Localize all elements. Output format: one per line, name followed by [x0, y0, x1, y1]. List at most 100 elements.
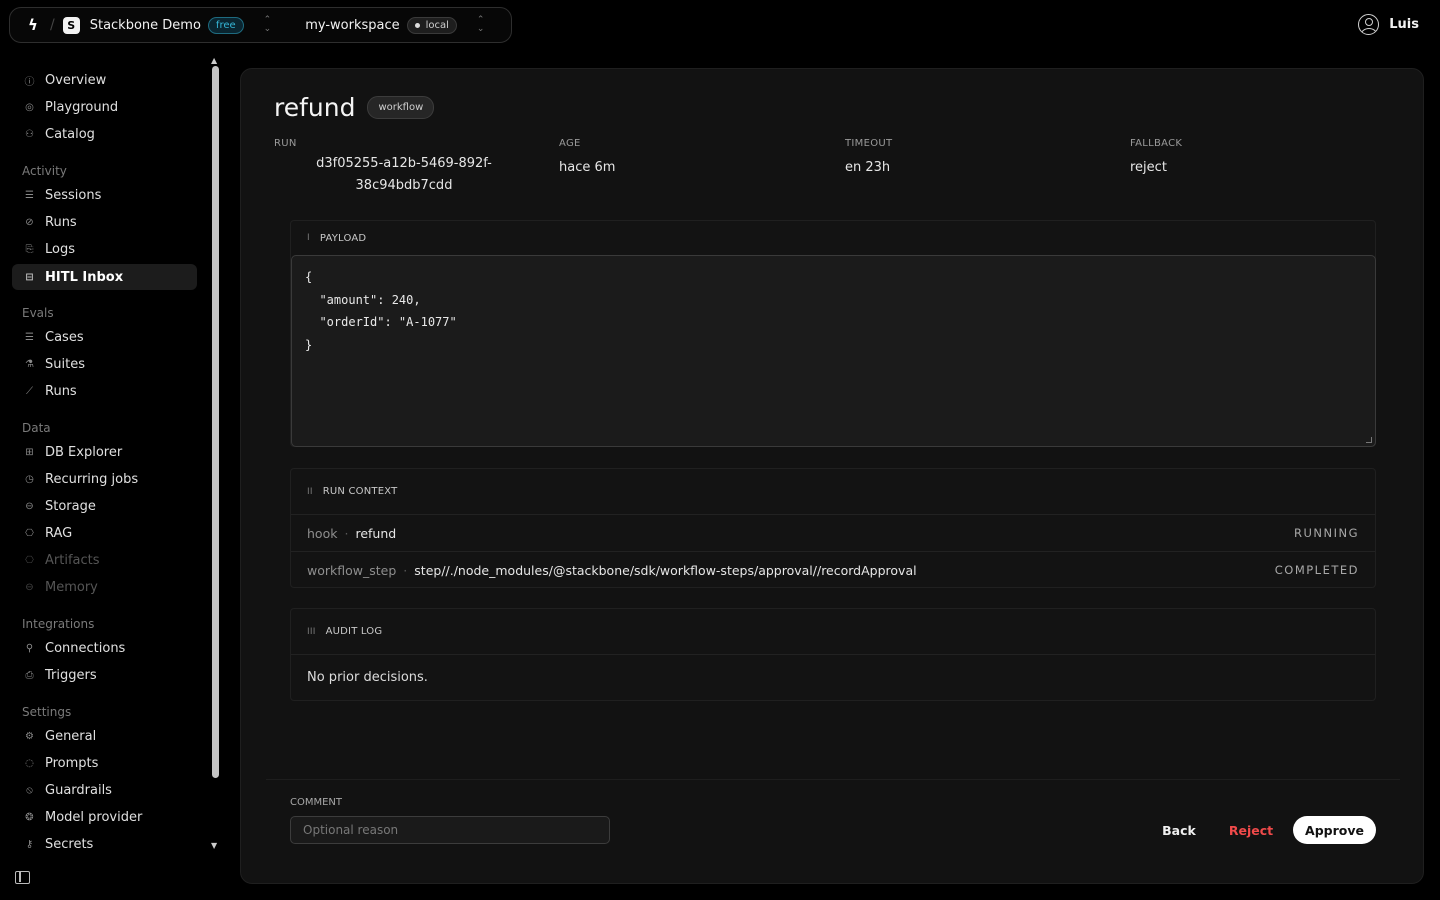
- check-circle-icon: ⊘: [25, 216, 34, 228]
- sidebar-item-label: Runs: [45, 383, 77, 399]
- section-title: RUN CONTEXT: [322, 486, 398, 497]
- group-label-activity: Activity: [22, 164, 67, 178]
- org-name[interactable]: Stackbone Demo: [90, 18, 201, 33]
- sidebar-item-label: Playground: [45, 99, 119, 115]
- user-menu[interactable]: Luis: [1358, 14, 1419, 35]
- sidebar-item-label: Connections: [45, 640, 126, 656]
- sidebar-item-rag[interactable]: ⎔ RAG: [12, 520, 197, 546]
- sidebar-item-label: General: [45, 728, 97, 744]
- sidebar-item-catalog[interactable]: ⚇ Catalog: [12, 121, 197, 147]
- status-dot-icon: [414, 22, 420, 28]
- list-icon: ☰: [25, 189, 34, 201]
- group-label-settings: Settings: [22, 705, 72, 719]
- sidebar-item-label: Cases: [45, 329, 84, 345]
- message-icon: ◌: [25, 757, 34, 769]
- sidebar-item-sessions[interactable]: ☰ Sessions: [12, 182, 197, 208]
- sidebar-item-label: HITL Inbox: [45, 269, 124, 285]
- scroll-up-arrow-icon[interactable]: ▲: [211, 56, 217, 65]
- group-label-evals: Evals: [22, 306, 54, 320]
- footer-divider: [266, 779, 1400, 780]
- resize-grip-icon[interactable]: [1366, 437, 1372, 443]
- gear-icon: ⚙: [25, 730, 34, 742]
- sidebar-item-triggers[interactable]: ⎙ Triggers: [12, 662, 197, 688]
- run-context-card: II RUN CONTEXT hook · refund RUNNING wor…: [290, 468, 1376, 588]
- sidebar-item-guardrails[interactable]: ⦸ Guardrails: [12, 777, 197, 803]
- title-row: refund workflow: [274, 93, 435, 122]
- inbox-icon: ⊟: [25, 271, 34, 283]
- context-value: refund: [355, 525, 397, 541]
- context-row: workflow_step · step//./node_modules/@st…: [291, 551, 1375, 588]
- meta-label: RUN: [274, 138, 297, 149]
- comment-input[interactable]: [290, 816, 610, 844]
- sidebar-item-label: Artifacts: [45, 552, 100, 568]
- section-numeral: II: [307, 486, 313, 497]
- env-badge-label: local: [425, 19, 449, 31]
- section-numeral: I: [307, 233, 310, 243]
- sidebar-collapse-icon[interactable]: [15, 871, 30, 884]
- run-id-value: d3f05255-a12b-5469-892f-38c94bdb7cdd: [316, 156, 492, 193]
- sidebar-item-logs[interactable]: ⎘ Logs: [12, 236, 197, 262]
- group-label-data: Data: [22, 421, 51, 435]
- sidebar-item-cases[interactable]: ☰ Cases: [12, 324, 197, 350]
- cpu-icon: ❂: [25, 811, 34, 823]
- run-context-header: II RUN CONTEXT: [291, 469, 1375, 514]
- payload-json-editor[interactable]: { "amount": 240, "orderId": "A-1077" }: [291, 255, 1376, 447]
- page-title: refund: [274, 93, 356, 122]
- separator-dot: ·: [403, 562, 408, 578]
- zap-icon: ⎙: [25, 669, 34, 681]
- fallback-value: reject: [1130, 160, 1167, 175]
- sidebar-item-recurring-jobs[interactable]: ◷ Recurring jobs: [12, 466, 197, 492]
- target-icon: ◎: [25, 101, 34, 113]
- scroll-icon: ⎘: [25, 243, 34, 255]
- sidebar-item-db-explorer[interactable]: ⊞ DB Explorer: [12, 439, 197, 465]
- sidebar-item-suites[interactable]: ⚗ Suites: [12, 351, 197, 377]
- brain-icon: ⊖: [25, 581, 34, 593]
- sidebar-item-label: Storage: [45, 498, 96, 514]
- user-name: Luis: [1389, 17, 1419, 32]
- context-key: workflow_step: [307, 562, 397, 578]
- workspace-chevron-updown-icon[interactable]: ⌃ ⌄: [477, 16, 485, 34]
- shield-off-icon: ⦸: [26, 784, 33, 796]
- audit-log-empty: No prior decisions.: [291, 654, 1375, 700]
- comment-label: COMMENT: [290, 797, 343, 808]
- sidebar-item-label: Catalog: [45, 126, 95, 142]
- scroll-down-arrow-icon[interactable]: ▼: [211, 841, 217, 850]
- workspace-name[interactable]: my-workspace: [305, 18, 399, 33]
- sidebar-item-memory: ⊖ Memory: [12, 574, 197, 600]
- list-check-icon: ☰: [25, 331, 34, 343]
- sidebar-item-label: Sessions: [45, 187, 102, 203]
- context-row: hook · refund RUNNING: [291, 514, 1375, 551]
- sidebar-item-storage[interactable]: ⊖ Storage: [12, 493, 197, 519]
- sidebar-item-playground[interactable]: ◎ Playground: [12, 94, 197, 120]
- sidebar-item-overview[interactable]: ⓘ Overview: [12, 67, 197, 93]
- back-button[interactable]: Back: [1153, 816, 1205, 844]
- sidebar-item-prompts[interactable]: ◌ Prompts: [12, 750, 197, 776]
- workspace-switcher: ϟ / S Stackbone Demo free ⌃ ⌄ my-workspac…: [9, 7, 512, 43]
- top-bar: ϟ / S Stackbone Demo free ⌃ ⌄ my-workspac…: [0, 0, 1440, 50]
- sidebar-item-hitl-inbox[interactable]: ⊟ HITL Inbox: [12, 264, 197, 290]
- sidebar-item-label: Prompts: [45, 755, 99, 771]
- sidebar-item-label: Suites: [45, 356, 85, 372]
- sidebar-item-connections[interactable]: ⚲ Connections: [12, 635, 197, 661]
- sidebar-item-eval-runs[interactable]: ⟋ Runs: [12, 378, 197, 404]
- stackbone-logo-icon[interactable]: ϟ: [22, 14, 44, 36]
- plan-badge: free: [207, 16, 244, 34]
- group-label-integrations: Integrations: [22, 617, 95, 631]
- sidebar-scrollbar[interactable]: [212, 66, 219, 778]
- reject-button[interactable]: Reject: [1222, 816, 1280, 844]
- meta-label: FALLBACK: [1130, 138, 1183, 149]
- drive-icon: ⊖: [25, 500, 34, 512]
- sidebar-item-secrets[interactable]: ⚷ Secrets: [12, 831, 197, 857]
- sidebar-item-model-provider[interactable]: ❂ Model provider: [12, 804, 197, 830]
- sidebar-item-label: Overview: [45, 72, 107, 88]
- payload-json-text: { "amount": 240, "orderId": "A-1077" }: [305, 270, 457, 352]
- org-chevron-updown-icon[interactable]: ⌃ ⌄: [264, 16, 272, 34]
- meta-fallback: FALLBACK reject: [1130, 138, 1182, 179]
- sidebar-item-runs[interactable]: ⊘ Runs: [12, 209, 197, 235]
- payload-card: I PAYLOAD { "amount": 240, "orderId": "A…: [290, 220, 1376, 447]
- book-icon: ⎔: [25, 527, 34, 539]
- approve-button[interactable]: Approve: [1293, 816, 1376, 844]
- status-badge: RUNNING: [1293, 526, 1359, 540]
- timeout-value: en 23h: [845, 160, 891, 175]
- sidebar-item-general[interactable]: ⚙ General: [12, 723, 197, 749]
